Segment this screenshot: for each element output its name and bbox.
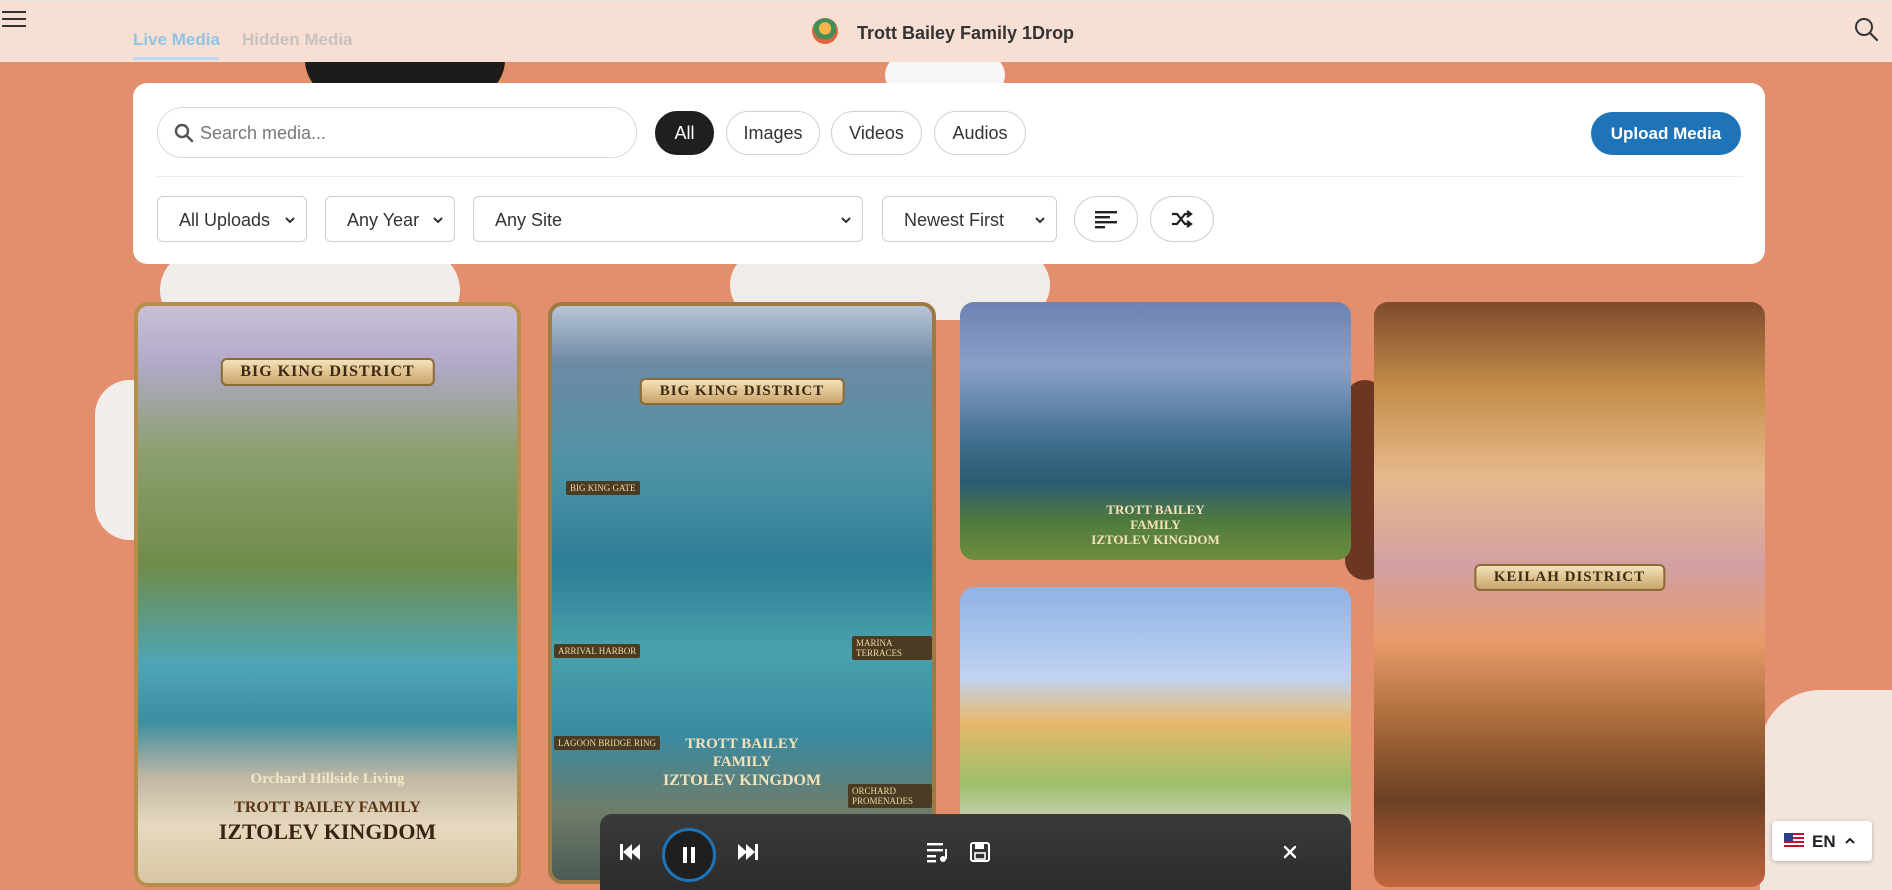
card-caption-line2: FAMILY bbox=[712, 754, 772, 770]
map-label: ARRIVAL HARBOR bbox=[554, 644, 641, 658]
skip-previous-icon bbox=[620, 844, 640, 860]
tab-hidden-media[interactable]: Hidden Media bbox=[242, 30, 353, 50]
next-track-button[interactable] bbox=[734, 840, 762, 864]
chevron-up-icon bbox=[1845, 837, 1855, 844]
map-label: BIG KING GATE bbox=[566, 481, 640, 495]
audio-player-bar bbox=[600, 814, 1351, 890]
site-select-value: Any Site bbox=[495, 210, 563, 230]
site-select[interactable]: Any Site bbox=[473, 196, 863, 242]
top-header: Live Media Hidden Media Trott Bailey Fam… bbox=[0, 0, 1892, 62]
filter-videos-button[interactable]: Videos bbox=[831, 111, 922, 155]
card-caption-line3: IZTOLEV KINGDOM bbox=[662, 772, 822, 789]
filter-images-button[interactable]: Images bbox=[726, 111, 820, 155]
year-select[interactable]: Any Year bbox=[325, 196, 455, 242]
media-card-big-king-district[interactable]: BIG KING DISTRICT Orchard Hillside Livin… bbox=[134, 302, 521, 887]
chevron-down-icon bbox=[285, 217, 295, 224]
chevron-down-icon bbox=[433, 217, 443, 224]
sort-select-value: Newest First bbox=[904, 210, 1005, 230]
card-subtitle: Orchard Hillside Living bbox=[250, 771, 405, 787]
chevron-down-icon bbox=[1035, 217, 1045, 224]
search-media-box[interactable] bbox=[157, 107, 637, 158]
card-caption-line1: TROTT BAILEY FAMILY bbox=[234, 799, 421, 816]
media-card-keilah-district[interactable]: KEILAH DISTRICT bbox=[1374, 302, 1765, 887]
card-caption-line3: IZTOLEV KINGDOM bbox=[1091, 532, 1220, 547]
save-icon bbox=[970, 842, 990, 862]
media-card-big-king-map[interactable]: BIG KING DISTRICT BIG KING GATE ARRIVAL … bbox=[548, 302, 936, 884]
card-banner: BIG KING DISTRICT bbox=[220, 358, 435, 386]
search-input[interactable] bbox=[200, 120, 620, 146]
filter-panel: All Images Videos Audios Upload Media Al… bbox=[133, 83, 1765, 264]
language-code: EN bbox=[1812, 832, 1836, 851]
save-media-button[interactable] bbox=[967, 839, 993, 865]
close-player-button[interactable] bbox=[1280, 842, 1300, 862]
hamburger-menu-icon[interactable] bbox=[0, 6, 28, 32]
active-tab-indicator bbox=[133, 57, 219, 60]
uploads-select[interactable]: All Uploads bbox=[157, 196, 307, 242]
card-banner: BIG KING DISTRICT bbox=[639, 378, 845, 405]
chevron-down-icon bbox=[841, 217, 851, 224]
filter-audios-button[interactable]: Audios bbox=[934, 111, 1026, 155]
card-banner: KEILAH DISTRICT bbox=[1473, 564, 1666, 591]
us-flag-icon bbox=[1784, 833, 1804, 847]
card-caption-line2: IZTOLEV KINGDOM bbox=[218, 819, 437, 844]
filter-all-button[interactable]: All bbox=[655, 111, 714, 155]
uploads-select-value: All Uploads bbox=[179, 210, 271, 230]
shuffle-icon bbox=[1172, 210, 1193, 228]
tab-live-media[interactable]: Live Media bbox=[133, 30, 220, 50]
text-align-icon bbox=[1095, 211, 1117, 229]
sort-select[interactable]: Newest First bbox=[882, 196, 1057, 242]
pause-button[interactable] bbox=[662, 828, 716, 882]
shuffle-button[interactable] bbox=[1150, 196, 1214, 242]
map-label: MARINA TERRACES bbox=[852, 636, 932, 660]
search-icon bbox=[174, 123, 194, 143]
upload-media-button[interactable]: Upload Media bbox=[1591, 112, 1741, 155]
panel-divider bbox=[157, 176, 1743, 177]
media-card-harbor-bridges[interactable]: TROTT BAILEY FAMILY IZTOLEV KINGDOM bbox=[960, 302, 1351, 560]
layout-toggle-button[interactable] bbox=[1074, 196, 1138, 242]
close-icon bbox=[1283, 845, 1297, 859]
search-icon[interactable] bbox=[1853, 16, 1879, 42]
pause-icon bbox=[683, 847, 695, 863]
skip-next-icon bbox=[738, 844, 758, 860]
card-caption-line1: TROTT BAILEY bbox=[1106, 502, 1205, 517]
previous-track-button[interactable] bbox=[616, 840, 644, 864]
playlist-button[interactable] bbox=[925, 840, 951, 864]
language-selector[interactable]: EN bbox=[1772, 821, 1872, 861]
playlist-icon bbox=[927, 843, 947, 863]
year-select-value: Any Year bbox=[347, 210, 420, 230]
card-caption-line2: FAMILY bbox=[1130, 517, 1181, 532]
app-title: Trott Bailey Family 1Drop bbox=[857, 23, 1075, 43]
card-caption-line1: TROTT BAILEY bbox=[685, 736, 799, 752]
app-logo bbox=[812, 18, 838, 44]
